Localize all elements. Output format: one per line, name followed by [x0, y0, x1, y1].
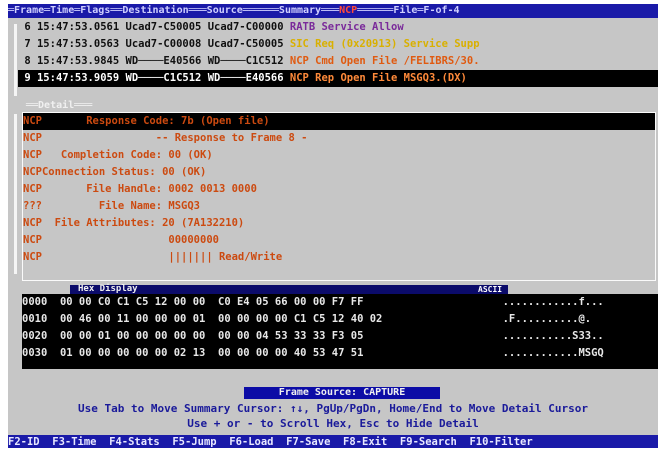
detail-field: ||||||| Read/Write: [41, 251, 283, 263]
detail-protocol: NCP: [23, 234, 42, 246]
hex-bytes: 00 00 01 00 00 00 00 00 00 00 04 53 33 3…: [59, 330, 364, 342]
frame-source: WD────E40566: [207, 72, 284, 84]
detail-protocol: NCP: [23, 217, 42, 229]
frame-source: Ucad7-C00000: [207, 21, 284, 33]
detail-row[interactable]: NCP File Attributes: 20 (7A132210): [23, 215, 655, 232]
hex-ascii: ............MSGQ: [502, 347, 604, 359]
detail-row[interactable]: NCP ||||||| Read/Write: [23, 249, 655, 266]
detail-field: -- Response to Frame 8 -: [41, 132, 308, 144]
detail-row[interactable]: NCP -- Response to Frame 8 -: [23, 130, 655, 147]
summary-row[interactable]: 9 15:47:53.9059 WD────C1C512 WD────E4056…: [18, 70, 658, 87]
hex-offset: 0030: [22, 347, 48, 359]
detail-field: Response Code: 7b (Open file): [41, 115, 270, 127]
detail-field: File Handle: 0002 0013 0000: [41, 183, 257, 195]
file-position-label: ══════File═F-of-4: [357, 5, 460, 16]
frame-number: 7: [18, 38, 31, 50]
column-headers: ═Frame═Time═Flags══Destination═══Source═…: [8, 5, 340, 16]
summary-pane[interactable]: 6 15:47:53.0561 Ucad7-C50005 Ucad7-C0000…: [18, 19, 658, 87]
help-line-1: Use Tab to Move Summary Cursor: ↑↓, PgUp…: [78, 402, 588, 415]
detail-field: 00000000: [41, 234, 219, 246]
frame-summary: RATB Service Allow: [289, 21, 404, 33]
frame-destination: Ucad7-C00008: [125, 38, 202, 50]
frame-time: 15:47:53.9059: [36, 72, 120, 84]
frame-time: 15:47:53.9845: [36, 55, 120, 67]
detail-row[interactable]: NCP Response Code: 7b (Open file): [23, 113, 655, 130]
detail-section-label: ══Detail═══: [26, 100, 93, 111]
detail-protocol: NCP: [23, 183, 42, 195]
protocol-analyzer-screen: ═Frame═Time═Flags══Destination═══Source═…: [8, 4, 658, 448]
function-key-bar[interactable]: F2-ID F3-Time F4-Stats F5-Jump F6-Load F…: [8, 435, 658, 448]
detail-scroll-indicator[interactable]: [14, 114, 17, 274]
detail-protocol: ???: [23, 200, 42, 212]
frame-summary: SIC Req (0x20913) Service Supp: [289, 38, 480, 50]
protocol-filter-label[interactable]: NCP: [339, 5, 357, 16]
frame-number: 9: [18, 72, 31, 84]
frame-source: Ucad7-C50005: [207, 38, 284, 50]
detail-protocol: NCP: [23, 166, 42, 178]
detail-field: File Name: MSGQ3: [41, 200, 201, 212]
frame-summary: NCP Cmd Open File /FELIBRS/30.: [289, 55, 480, 67]
hex-ascii: .F..........@.: [502, 313, 592, 325]
hex-ascii: ...........S33..: [502, 330, 604, 342]
summary-scroll-indicator[interactable]: [14, 24, 17, 96]
hex-offset: 0020: [22, 330, 48, 342]
hex-row: 0000 00 00 C0 C1 C5 12 00 00 C0 E4 05 66…: [22, 294, 658, 311]
frame-number: 6: [18, 21, 31, 33]
hex-offset: 0000: [22, 296, 48, 308]
hex-bytes: 00 46 00 11 00 00 00 01 00 00 00 00 C1 C…: [59, 313, 383, 325]
detail-row[interactable]: NCP Completion Code: 00 (OK): [23, 147, 655, 164]
detail-field: Connection Status: 00 (OK): [41, 166, 207, 178]
frame-number: 8: [18, 55, 31, 67]
detail-row[interactable]: NCP 00000000: [23, 232, 655, 249]
hex-bytes: 00 00 C0 C1 C5 12 00 00 C0 E4 05 66 00 0…: [59, 296, 364, 308]
detail-pane[interactable]: NCP Response Code: 7b (Open file) NCP -- …: [22, 112, 656, 281]
frame-destination: Ucad7-C50005: [125, 21, 202, 33]
ascii-display-label: ASCII: [478, 285, 503, 294]
frame-time: 15:47:53.0563: [36, 38, 120, 50]
frame-destination: WD────C1C512: [125, 72, 202, 84]
hex-row: 0010 00 46 00 11 00 00 00 01 00 00 00 00…: [22, 311, 658, 328]
column-header-bar: ═Frame═Time═Flags══Destination═══Source═…: [8, 4, 658, 18]
detail-protocol: NCP: [23, 149, 42, 161]
frame-source-indicator: Frame Source: CAPTURE: [244, 387, 440, 399]
hex-bytes: 01 00 00 00 00 00 02 13 00 00 00 00 40 5…: [59, 347, 364, 359]
detail-row[interactable]: ??? File Name: MSGQ3: [23, 198, 655, 215]
hex-dump-pane[interactable]: 0000 00 00 C0 C1 C5 12 00 00 C0 E4 05 66…: [22, 294, 658, 369]
detail-row[interactable]: NCPConnection Status: 00 (OK): [23, 164, 655, 181]
detail-field: File Attributes: 20 (7A132210): [41, 217, 245, 229]
hex-ascii: ............f...: [502, 296, 604, 308]
hex-offset: 0010: [22, 313, 48, 325]
summary-row[interactable]: 6 15:47:53.0561 Ucad7-C50005 Ucad7-C0000…: [18, 19, 658, 36]
detail-row[interactable]: NCP File Handle: 0002 0013 0000: [23, 181, 655, 198]
detail-field: Completion Code: 00 (OK): [41, 149, 213, 161]
summary-row[interactable]: 8 15:47:53.9845 WD────E40566 WD────C1C51…: [18, 53, 658, 70]
summary-row[interactable]: 7 15:47:53.0563 Ucad7-C00008 Ucad7-C5000…: [18, 36, 658, 53]
frame-time: 15:47:53.0561: [36, 21, 120, 33]
detail-protocol: NCP: [23, 251, 42, 263]
detail-protocol: NCP: [23, 132, 42, 144]
help-line-2: Use + or - to Scroll Hex, Esc to Hide De…: [187, 417, 479, 430]
hex-row: 0030 01 00 00 00 00 00 02 13 00 00 00 00…: [22, 345, 658, 362]
detail-protocol: NCP: [23, 115, 42, 127]
hex-row: 0020 00 00 01 00 00 00 00 00 00 00 04 53…: [22, 328, 658, 345]
frame-summary: NCP Rep Open File MSGQ3.(DX): [289, 72, 467, 84]
frame-source: WD────C1C512: [207, 55, 284, 67]
frame-destination: WD────E40566: [125, 55, 202, 67]
